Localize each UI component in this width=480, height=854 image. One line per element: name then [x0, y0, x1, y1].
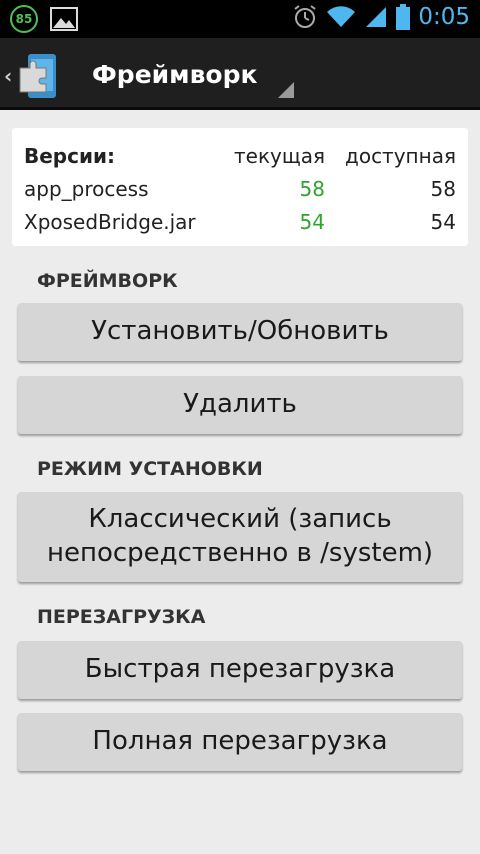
- action-bar: ‹ Фреймворк: [0, 38, 480, 110]
- component-name: app_process: [24, 177, 149, 201]
- full-reboot-button[interactable]: Полная перезагрузка: [18, 713, 462, 771]
- current-version: 58: [299, 177, 325, 201]
- gallery-icon: [50, 7, 78, 31]
- status-bar: 85 0:05: [0, 0, 480, 38]
- page-title[interactable]: Фреймворк: [92, 60, 257, 89]
- soft-reboot-button[interactable]: Быстрая перезагрузка: [18, 641, 462, 699]
- install-mode-line2: непосредственно в /system): [46, 538, 434, 568]
- notification-count-badge: 85: [10, 5, 38, 33]
- table-row: app_process 58 58: [12, 177, 468, 209]
- alarm-icon: [294, 5, 316, 28]
- component-name: XposedBridge.jar: [24, 210, 196, 234]
- soft-reboot-label: Быстрая перезагрузка: [84, 654, 396, 685]
- full-reboot-label: Полная перезагрузка: [92, 726, 388, 757]
- up-chevron-icon[interactable]: ‹: [4, 64, 12, 88]
- battery-icon: [396, 4, 411, 30]
- spinner-indicator-icon[interactable]: [278, 82, 294, 98]
- current-column-header: текущая: [234, 144, 325, 168]
- install-mode-section-title: РЕЖИМ УСТАНОВКИ: [37, 458, 263, 480]
- reboot-section-title: ПЕРЕЗАГРУЗКА: [37, 606, 206, 628]
- uninstall-label: Удалить: [183, 389, 297, 420]
- versions-label: Версии:: [24, 144, 116, 168]
- install-update-button[interactable]: Установить/Обновить: [18, 303, 462, 361]
- install-mode-line1: Классический (запись: [88, 504, 392, 535]
- available-version: 54: [430, 210, 456, 234]
- versions-header-row: Версии: текущая доступная: [12, 144, 468, 176]
- clock: 0:05: [418, 4, 470, 30]
- available-column-header: доступная: [345, 144, 456, 168]
- versions-card: Версии: текущая доступная app_process 58…: [12, 128, 468, 246]
- framework-section-title: ФРЕЙМВОРК: [37, 270, 178, 292]
- current-version: 54: [299, 210, 325, 234]
- signal-icon: [366, 7, 387, 27]
- available-version: 58: [430, 177, 456, 201]
- install-update-label: Установить/Обновить: [91, 316, 389, 347]
- xposed-puzzle-logo-icon[interactable]: [18, 52, 66, 100]
- install-mode-button[interactable]: Классический (запись непосредственно в /…: [18, 492, 462, 582]
- wifi-icon: [327, 6, 356, 28]
- uninstall-button[interactable]: Удалить: [18, 376, 462, 434]
- table-row: XposedBridge.jar 54 54: [12, 210, 468, 242]
